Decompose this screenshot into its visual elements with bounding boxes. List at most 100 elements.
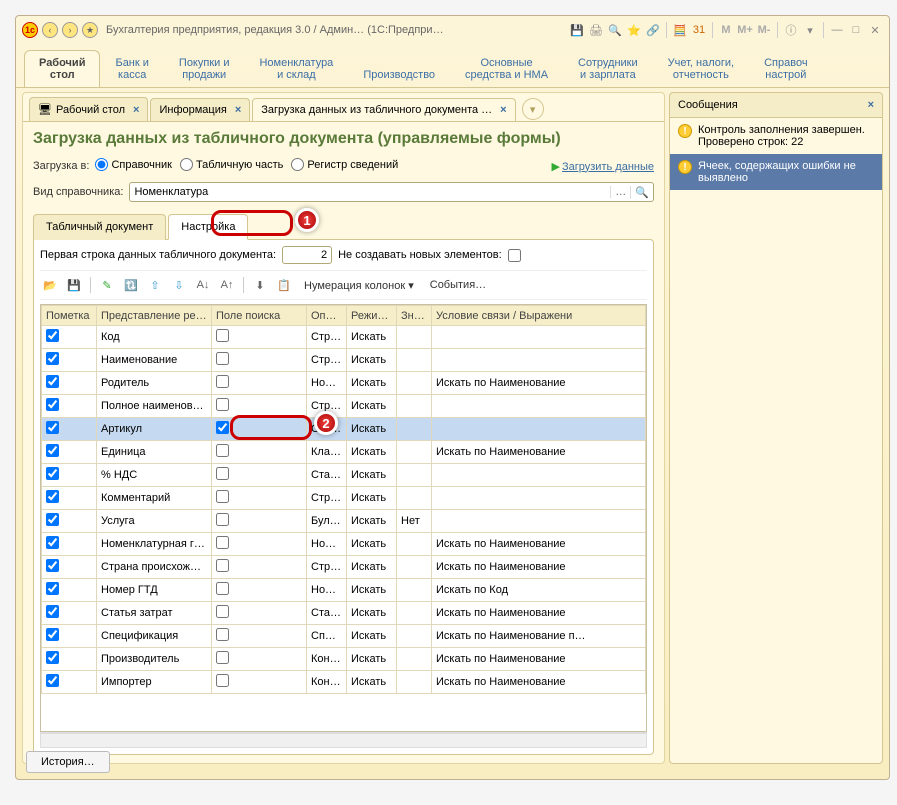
refresh-icon[interactable]: 🔃	[121, 275, 141, 295]
mminus-icon[interactable]: M-	[756, 22, 772, 38]
mark-checkbox[interactable]	[46, 559, 59, 572]
search-checkbox[interactable]	[216, 674, 229, 687]
table-row[interactable]: КомментарийСтр…Искать	[42, 487, 646, 510]
mark-checkbox[interactable]	[46, 375, 59, 388]
search-checkbox[interactable]	[216, 329, 229, 342]
message-item[interactable]: ! Ячеек, содержащих ошибки не выявлено	[670, 154, 882, 190]
mark-checkbox[interactable]	[46, 674, 59, 687]
mark-checkbox[interactable]	[46, 536, 59, 549]
no-create-checkbox[interactable]	[508, 249, 521, 262]
mark-checkbox[interactable]	[46, 513, 59, 526]
doctab-desktop[interactable]: 🖥 Рабочий стол ×	[29, 97, 148, 121]
table-row[interactable]: Номер ГТДНо…ИскатьИскать по Код	[42, 579, 646, 602]
info-icon[interactable]: ⓘ	[783, 22, 799, 38]
navtab[interactable]: Банк икасса	[100, 50, 163, 87]
column-header[interactable]: Зн…	[397, 306, 432, 326]
close-icon[interactable]: ×	[133, 104, 139, 116]
edit-icon[interactable]: ✎	[97, 275, 117, 295]
search-checkbox[interactable]	[216, 398, 229, 411]
mark-checkbox[interactable]	[46, 398, 59, 411]
calc-icon[interactable]: 🧮	[672, 22, 688, 38]
close-icon[interactable]: ×	[868, 99, 874, 111]
table-row[interactable]: Статья затратСта…ИскатьИскать по Наимено…	[42, 602, 646, 625]
mark-checkbox[interactable]	[46, 352, 59, 365]
events-button[interactable]: События…	[424, 277, 492, 293]
mark-checkbox[interactable]	[46, 329, 59, 342]
sort-asc-icon[interactable]: A↓	[193, 275, 213, 295]
mark-checkbox[interactable]	[46, 628, 59, 641]
table-row[interactable]: РодительНо…ИскатьИскать по Наименование	[42, 372, 646, 395]
horizontal-scrollbar[interactable]	[40, 733, 647, 748]
table-row[interactable]: Номенклатурная г…Но…ИскатьИскать по Наим…	[42, 533, 646, 556]
sort-desc-icon[interactable]: A↑	[217, 275, 237, 295]
table-row[interactable]: Страна происхожд…Стр…ИскатьИскать по Наи…	[42, 556, 646, 579]
navtab[interactable]: Основныесредства и НМА	[450, 50, 563, 87]
print-icon[interactable]: 🖨	[588, 22, 604, 38]
column-header[interactable]: Поле поиска	[212, 306, 307, 326]
close-icon[interactable]: ×	[235, 104, 241, 116]
search-checkbox[interactable]	[216, 651, 229, 664]
save-icon[interactable]: 💾	[569, 22, 585, 38]
load-data-link[interactable]: Загрузить данные	[562, 161, 654, 173]
save-icon[interactable]: 💾	[64, 275, 84, 295]
navtab[interactable]: Сотрудникии зарплата	[563, 50, 653, 87]
search-checkbox[interactable]	[216, 628, 229, 641]
radio-option[interactable]: Табличную часть	[180, 158, 283, 171]
m-icon[interactable]: M	[718, 22, 734, 38]
open-icon[interactable]: 📂	[40, 275, 60, 295]
search-checkbox[interactable]	[216, 444, 229, 457]
navtab[interactable]: Рабочийстол	[24, 50, 100, 87]
ref-type-input[interactable]	[130, 186, 610, 198]
search-checkbox[interactable]	[216, 582, 229, 595]
navtab[interactable]: Учет, налоги,отчетность	[653, 50, 749, 87]
search-checkbox[interactable]	[216, 375, 229, 388]
table-row[interactable]: % НДССта…Искать	[42, 464, 646, 487]
radio-option[interactable]: Справочник	[95, 158, 172, 171]
table-row[interactable]: КодСтр…Искать	[42, 326, 646, 349]
column-header[interactable]: Опи…	[307, 306, 347, 326]
table-row[interactable]: ИмпортерКон…ИскатьИскать по Наименование	[42, 671, 646, 694]
mark-checkbox[interactable]	[46, 421, 59, 434]
nav-back-icon[interactable]: ‹	[42, 22, 58, 38]
navtab[interactable]: Покупки ипродажи	[164, 50, 245, 87]
search-checkbox[interactable]	[216, 352, 229, 365]
search-checkbox[interactable]	[216, 467, 229, 480]
calendar-icon[interactable]: 31	[691, 22, 707, 38]
tabs-dropdown-icon[interactable]: ▾	[522, 98, 544, 120]
preview-icon[interactable]: 🔍	[607, 22, 623, 38]
mark-checkbox[interactable]	[46, 490, 59, 503]
ref-type-field[interactable]: … 🔍	[129, 182, 654, 202]
first-row-input[interactable]	[282, 246, 332, 264]
star-icon[interactable]: ⭐	[626, 22, 642, 38]
maximize-icon[interactable]: □	[848, 22, 864, 38]
nav-fwd-icon[interactable]: ›	[62, 22, 78, 38]
search-checkbox[interactable]	[216, 513, 229, 526]
table-row[interactable]: СпецификацияСпе…ИскатьИскать по Наименов…	[42, 625, 646, 648]
up-icon[interactable]: ⇧	[145, 275, 165, 295]
table-row[interactable]: Полное наименова…Стр…Искать	[42, 395, 646, 418]
search-checkbox[interactable]	[216, 490, 229, 503]
radio-option[interactable]: Регистр сведений	[291, 158, 398, 171]
navtab[interactable]: Производство	[348, 62, 450, 87]
copy-icon[interactable]: 📋	[274, 275, 294, 295]
column-header[interactable]: Режи…	[347, 306, 397, 326]
column-numbering-button[interactable]: Нумерация колонок ▾	[298, 277, 420, 294]
link-icon[interactable]: 🔗	[645, 22, 661, 38]
column-header[interactable]: Условие связи / Выражени	[432, 306, 646, 326]
search-checkbox[interactable]	[216, 421, 229, 434]
mark-checkbox[interactable]	[46, 605, 59, 618]
navtab[interactable]: Справочнастрой	[749, 50, 822, 87]
table-row[interactable]: ЕдиницаКла…ИскатьИскать по Наименование	[42, 441, 646, 464]
close-icon[interactable]: ✕	[867, 22, 883, 38]
down-icon[interactable]: ⇩	[169, 275, 189, 295]
table-row[interactable]: ПроизводительКон…ИскатьИскать по Наимено…	[42, 648, 646, 671]
mplus-icon[interactable]: M+	[737, 22, 753, 38]
column-header[interactable]: Пометка	[42, 306, 97, 326]
close-icon[interactable]: ×	[500, 104, 506, 116]
subtab-tabledoc[interactable]: Табличный документ	[33, 214, 166, 240]
message-item[interactable]: ! Контроль заполнения завершен. Проверен…	[670, 118, 882, 154]
doctab-info[interactable]: Информация ×	[150, 98, 250, 121]
favorite-icon[interactable]: ★	[82, 22, 98, 38]
table-row[interactable]: АртикулСтр…Искать	[42, 418, 646, 441]
filter-icon[interactable]: ⬇	[250, 275, 270, 295]
